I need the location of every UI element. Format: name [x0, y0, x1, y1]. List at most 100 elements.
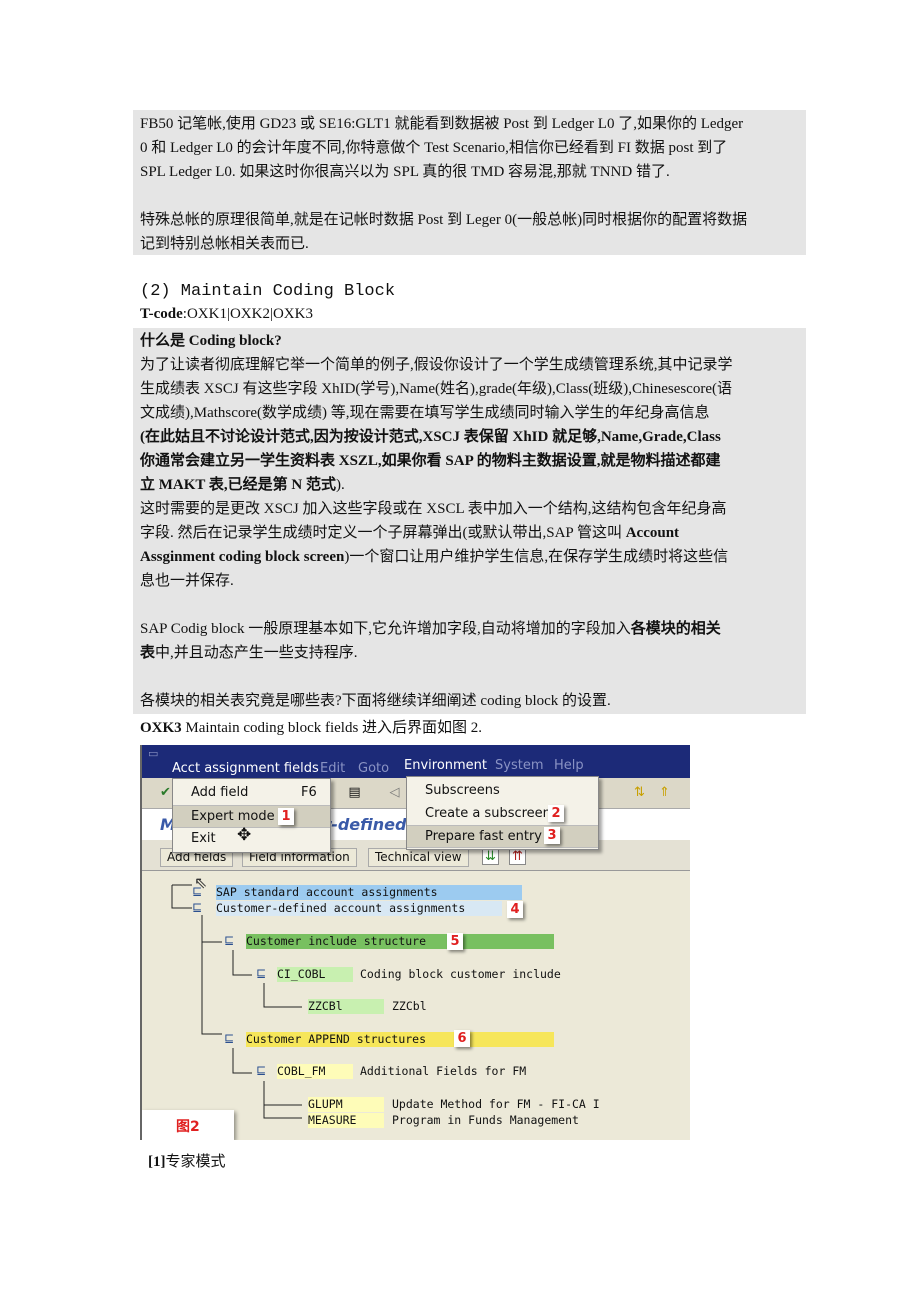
tcode-line: T-code:OXK1|OXK2|OXK3: [140, 306, 313, 323]
text-line: 特殊总帐的原理很简单,就是在记帐时数据 Post 到 Leger 0(一般总帐)…: [140, 208, 806, 232]
text: 各模块的相关表究竟是哪些表?下面将继续详细阐述 coding block 的设置…: [140, 693, 611, 709]
text-line: (在此姑且不讨论设计范式,因为按设计范式,XSCJ 表保留 XhID 就足够,N…: [140, 425, 806, 449]
bold-text: 各模块的相关: [630, 621, 721, 637]
text-line: 这时需要的是更改 XSCJ 加入这些字段或在 XSCL 表中加入一个结构,这结构…: [140, 497, 806, 521]
menu-item-label: Subscreens: [425, 783, 500, 798]
menu-item-create-subscreen[interactable]: Create a subscreen: [407, 803, 598, 824]
bold-text: 你通常会建立另一学生资料表 XSZL,如果你看 SAP 的物料主数据设置,就是物…: [140, 453, 721, 469]
text-line: 息也一并保存.: [140, 569, 806, 593]
folder-icon[interactable]: ⊑: [256, 1063, 266, 1077]
tree-node[interactable]: ZZCBl: [308, 999, 384, 1014]
menu-item-prepare-fast-entry[interactable]: Prepare fast entry: [407, 825, 598, 848]
badge-6: 6: [454, 1030, 470, 1047]
menu-item-label: Add field: [191, 785, 249, 800]
text-line: [140, 665, 806, 689]
tree-node[interactable]: Customer include structure: [246, 934, 554, 949]
folder-icon[interactable]: ⊑: [192, 900, 202, 914]
footnote: [1]专家模式: [148, 1150, 226, 1171]
text-line: 文成绩),Mathscore(数学成绩) 等,现在需要在填写学生成绩同时输入学生…: [140, 401, 806, 425]
bold-text: 立 MAKT 表,已经是第 N 范式: [140, 477, 336, 493]
tree-node[interactable]: Customer APPEND structures: [246, 1032, 554, 1047]
text-line: 字段. 然后在记录学生成绩时定义一个子屏幕弹出(或默认带出,SAP 管这叫 Ac…: [140, 521, 806, 545]
expand-icon[interactable]: ⇊: [482, 848, 499, 865]
text-line: 各模块的相关表究竟是哪些表?下面将继续详细阐述 coding block 的设置…: [140, 689, 806, 713]
tree-node[interactable]: GLUPM: [308, 1097, 384, 1112]
menu-edit[interactable]: Edit: [320, 761, 345, 776]
badge-3: 3: [544, 827, 560, 844]
menu-item-label: Create a subscreen: [425, 806, 551, 821]
text-line: 你通常会建立另一学生资料表 XSZL,如果你看 SAP 的物料主数据设置,就是物…: [140, 449, 806, 473]
sap-title-bar: ▭ Acct assignment fields Edit Goto Envir…: [142, 745, 690, 778]
menu-item-add-field[interactable]: Add field F6: [173, 782, 330, 803]
text: SAP Codig block 一般原理基本如下,它允许增加字段,自动将增加的字…: [140, 621, 631, 637]
menu-item-exit[interactable]: Exit: [173, 828, 330, 849]
bold-text: (在此姑且不讨论设计范式,因为按设计范式,XSCJ 表保留 XhID 就足够,N…: [140, 429, 721, 445]
shortcut-label: F6: [301, 785, 317, 800]
figure-label-text: 图2: [176, 1119, 200, 1135]
text: 文成绩),Mathscore(数学成绩) 等,现在需要在填写学生成绩同时输入学生…: [140, 405, 710, 421]
section-heading: (2) Maintain Coding Block: [140, 282, 396, 301]
tree-node-description: Update Method for FM - FI-CA I: [392, 1097, 600, 1111]
text-line: [140, 593, 806, 617]
tcode-label: T-code: [140, 306, 183, 322]
badge-1: 1: [278, 808, 294, 825]
sap-screenshot: ▭ Acct assignment fields Edit Goto Envir…: [140, 745, 690, 1140]
bold-text: Assginment coding block screen: [140, 549, 345, 565]
enter-check-icon[interactable]: ✔: [158, 785, 173, 800]
text-line: Assginment coding block screen)一个窗口让用户维护…: [140, 545, 806, 569]
tree-node-description: Coding block customer include: [360, 967, 561, 981]
tree-node[interactable]: MEASURE: [308, 1113, 384, 1128]
badge-2: 2: [548, 805, 564, 822]
text-line: FB50 记笔帐,使用 GD23 或 SE16:GLT1 就能看到数据被 Pos…: [140, 112, 806, 136]
menu-item-subscreens[interactable]: Subscreens: [407, 780, 598, 801]
text-block-coding-block: 什么是 Coding block? 为了让读者彻底理解它举一个简单的例子,假设你设…: [133, 328, 806, 714]
menu-item-expert-mode[interactable]: Expert mode: [173, 805, 330, 828]
collapse-icon[interactable]: ⇈: [509, 848, 526, 865]
environment-dropdown: Subscreens Create a subscreen Prepare fa…: [406, 776, 599, 850]
oxk3-text: Maintain coding block fields 进入后界面如图 2.: [181, 720, 483, 736]
bold-text: 表: [140, 645, 156, 661]
back-arrow-icon[interactable]: ◁: [387, 785, 402, 800]
text-line: 生成绩表 XSCJ 有这些字段 XhID(学号),Name(姓名),grade(…: [140, 377, 806, 401]
bold-text: Account: [625, 525, 680, 541]
tree-node-description: Additional Fields for FM: [360, 1064, 527, 1078]
text: 中,并且动态产生一些支持程序.: [155, 645, 358, 661]
menu-acct-assignment-fields[interactable]: Acct assignment fields: [172, 761, 319, 776]
menu-environment[interactable]: Environment: [404, 758, 487, 773]
text: 字段. 然后在记录学生成绩时定义一个子屏幕弹出(或默认带出,SAP 管这叫: [140, 525, 626, 541]
text: ).: [335, 477, 345, 493]
text-line: SAP Codig block 一般原理基本如下,它允许增加字段,自动将增加的字…: [140, 617, 806, 641]
text: 生成绩表 XSCJ 有这些字段 XhID(学号),Name(姓名),grade(…: [140, 381, 732, 397]
tree-node[interactable]: Customer-defined account assignments: [216, 901, 502, 916]
acct-assignment-dropdown: Add field F6 Expert mode Exit ✥: [172, 778, 331, 853]
tree-node-description: Program in Funds Management: [392, 1113, 579, 1127]
text: SPL Ledger L0. 如果这时你很高兴以为 SPL 真的很 TMD 容易…: [140, 164, 670, 180]
text-line: 记到特别总帐相关表而已.: [140, 232, 806, 256]
text-line: 立 MAKT 表,已经是第 N 范式).: [140, 473, 806, 497]
new-session-icon[interactable]: ⇑: [657, 785, 672, 800]
badge-5: 5: [447, 933, 463, 950]
text-line: [140, 184, 806, 208]
text: 记到特别总帐相关表而已.: [140, 236, 309, 252]
technical-view-button[interactable]: Technical view: [368, 848, 469, 867]
text: FB50 记笔帐,使用 GD23 或 SE16:GLT1 就能看到数据被 Pos…: [140, 116, 744, 132]
oxk3-line: OXK3 Maintain coding block fields 进入后界面如…: [140, 716, 482, 737]
tcode-value: :OXK1|OXK2|OXK3: [182, 306, 313, 322]
tree-node[interactable]: COBL_FM: [277, 1064, 353, 1079]
folder-icon[interactable]: ⊑: [256, 966, 266, 980]
text-line: 什么是 Coding block?: [140, 329, 806, 353]
tree-node[interactable]: SAP standard account assignments: [216, 885, 522, 900]
text-line: 0 和 Ledger L0 的会计年度不同,你特意做个 Test Scenari…: [140, 136, 806, 160]
text-line: SPL Ledger L0. 如果这时你很高兴以为 SPL 真的很 TMD 容易…: [140, 160, 806, 184]
menu-goto[interactable]: Goto: [358, 761, 389, 776]
bold-text: 什么是 Coding block?: [140, 333, 282, 349]
menu-system[interactable]: System: [495, 758, 543, 773]
command-field-icon[interactable]: ▤: [347, 785, 362, 800]
tree-node[interactable]: CI_COBL: [277, 967, 353, 982]
create-session-icon[interactable]: ⇅: [632, 785, 647, 800]
move-cursor-icon: ✥: [237, 825, 252, 845]
menu-item-label: Exit: [191, 831, 216, 846]
menu-help[interactable]: Help: [554, 758, 584, 773]
folder-icon[interactable]: ⊑: [224, 1031, 234, 1045]
folder-icon[interactable]: ⊑: [224, 933, 234, 947]
